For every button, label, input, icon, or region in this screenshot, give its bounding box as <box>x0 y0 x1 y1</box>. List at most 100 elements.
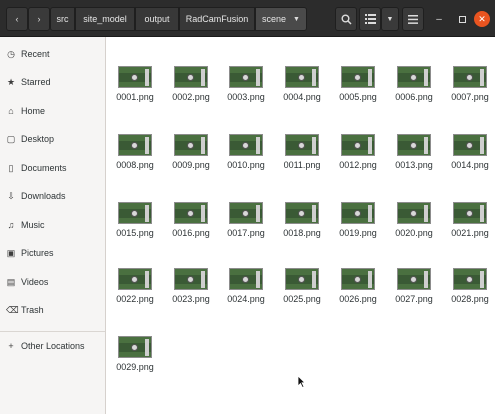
sidebar-item-home[interactable]: ⌂ Home <box>0 100 105 122</box>
search-button[interactable] <box>335 7 357 31</box>
image-thumbnail <box>341 66 375 88</box>
file-item[interactable]: 0003.png <box>221 66 271 110</box>
minimize-button[interactable]: – <box>431 11 447 27</box>
file-grid: 0001.png 0002.png 0003.png 0004.png 0005.png… <box>107 37 495 414</box>
view-options-button[interactable] <box>359 7 381 31</box>
file-name: 0021.png <box>451 228 489 238</box>
file-item[interactable]: 0027.png <box>389 268 439 312</box>
sidebar-item-desktop[interactable]: ▢ Desktop <box>0 128 105 150</box>
file-item[interactable]: 0007.png <box>445 66 495 110</box>
file-item[interactable]: 0022.png <box>110 268 160 312</box>
sidebar-item-other-locations[interactable]: + Other Locations <box>0 335 105 357</box>
file-item[interactable]: 0004.png <box>277 66 327 110</box>
file-name: 0022.png <box>116 294 154 304</box>
file-item[interactable]: 0020.png <box>389 202 439 246</box>
file-item[interactable]: 0028.png <box>445 268 495 312</box>
breadcrumb-output[interactable]: output <box>135 7 179 31</box>
image-thumbnail <box>174 134 208 156</box>
file-name: 0001.png <box>116 92 154 102</box>
file-item[interactable]: 0026.png <box>333 268 383 312</box>
breadcrumb-radcamfusion[interactable]: RadCamFusion <box>179 7 255 31</box>
mouse-cursor-icon <box>297 375 306 388</box>
image-thumbnail <box>397 134 431 156</box>
file-name: 0006.png <box>395 92 433 102</box>
sidebar-item-videos[interactable]: ▤ Videos <box>0 271 105 293</box>
image-thumbnail <box>174 202 208 224</box>
file-name: 0019.png <box>339 228 377 238</box>
sidebar-divider <box>0 331 105 332</box>
sidebar-item-pictures[interactable]: ▣ Pictures <box>0 242 105 264</box>
file-item[interactable]: 0023.png <box>166 268 216 312</box>
file-item[interactable]: 0009.png <box>166 134 216 178</box>
sidebar-item-music[interactable]: ♫ Music <box>0 214 105 236</box>
file-name: 0028.png <box>451 294 489 304</box>
download-icon: ⇩ <box>7 190 15 201</box>
file-name: 0003.png <box>227 92 265 102</box>
file-item[interactable]: 0016.png <box>166 202 216 246</box>
file-item[interactable]: 0019.png <box>333 202 383 246</box>
file-item[interactable]: 0025.png <box>277 268 327 312</box>
file-item[interactable]: 0008.png <box>110 134 160 178</box>
image-thumbnail <box>397 66 431 88</box>
file-item[interactable]: 0013.png <box>389 134 439 178</box>
clock-icon: ◷ <box>7 48 15 59</box>
file-item[interactable]: 0021.png <box>445 202 495 246</box>
chevron-right-icon: › <box>37 14 41 24</box>
breadcrumb-site-model[interactable]: site_model <box>75 7 135 31</box>
file-item[interactable]: 0018.png <box>277 202 327 246</box>
menu-button[interactable] <box>402 7 424 31</box>
star-icon: ★ <box>6 76 16 87</box>
file-item[interactable]: 0015.png <box>110 202 160 246</box>
file-name: 0008.png <box>116 160 154 170</box>
sidebar-item-label: Home <box>21 106 46 116</box>
file-name: 0023.png <box>172 294 210 304</box>
file-name: 0010.png <box>227 160 265 170</box>
sidebar-item-label: Videos <box>21 277 49 287</box>
sidebar-item-downloads[interactable]: ⇩ Downloads <box>0 185 105 207</box>
file-item[interactable]: 0005.png <box>333 66 383 110</box>
sidebar-item-starred[interactable]: ★ Starred <box>0 71 105 93</box>
file-item[interactable]: 0006.png <box>389 66 439 110</box>
image-thumbnail <box>453 134 487 156</box>
file-item[interactable]: 0012.png <box>333 134 383 178</box>
image-thumbnail <box>285 134 319 156</box>
sidebar: ◷ Recent ★ Starred ⌂ Home ▢ Desktop ▯ Do… <box>0 37 106 414</box>
image-thumbnail <box>397 268 431 290</box>
plus-icon: + <box>8 341 14 351</box>
home-icon: ⌂ <box>8 106 14 116</box>
file-item[interactable]: 0002.png <box>166 66 216 110</box>
file-item[interactable]: 0017.png <box>221 202 271 246</box>
file-item[interactable]: 0010.png <box>221 134 271 178</box>
file-name: 0007.png <box>451 92 489 102</box>
sidebar-item-trash[interactable]: ⌫ Trash <box>0 299 105 321</box>
sidebar-item-label: Starred <box>21 77 51 87</box>
sidebar-item-recent[interactable]: ◷ Recent <box>0 43 105 65</box>
header-bar: ‹ › src site_model output RadCamFusion s… <box>0 0 495 37</box>
file-item[interactable]: 0029.png <box>110 336 160 380</box>
file-item[interactable]: 0011.png <box>277 134 327 178</box>
close-button[interactable]: ✕ <box>474 11 490 27</box>
view-dropdown-button[interactable]: ▼ <box>381 7 399 31</box>
image-thumbnail <box>229 202 263 224</box>
file-name: 0025.png <box>283 294 321 304</box>
image-thumbnail <box>118 134 152 156</box>
maximize-button[interactable] <box>454 11 470 27</box>
back-button[interactable]: ‹ <box>6 7 28 31</box>
image-thumbnail <box>118 336 152 358</box>
breadcrumb-src[interactable]: src <box>50 7 75 31</box>
file-item[interactable]: 0024.png <box>221 268 271 312</box>
file-name: 0018.png <box>283 228 321 238</box>
chevron-left-icon: ‹ <box>15 14 19 24</box>
forward-button[interactable]: › <box>28 7 50 31</box>
file-name: 0005.png <box>339 92 377 102</box>
file-item[interactable]: 0001.png <box>110 66 160 110</box>
sidebar-item-label: Recent <box>21 49 50 59</box>
sidebar-item-documents[interactable]: ▯ Documents <box>0 157 105 179</box>
sidebar-item-label: Downloads <box>21 191 66 201</box>
file-name: 0014.png <box>451 160 489 170</box>
breadcrumb-scene[interactable]: scene ▼ <box>255 7 307 31</box>
file-item[interactable]: 0014.png <box>445 134 495 178</box>
search-icon <box>341 14 352 25</box>
sidebar-item-label: Desktop <box>21 134 55 144</box>
image-thumbnail <box>285 268 319 290</box>
